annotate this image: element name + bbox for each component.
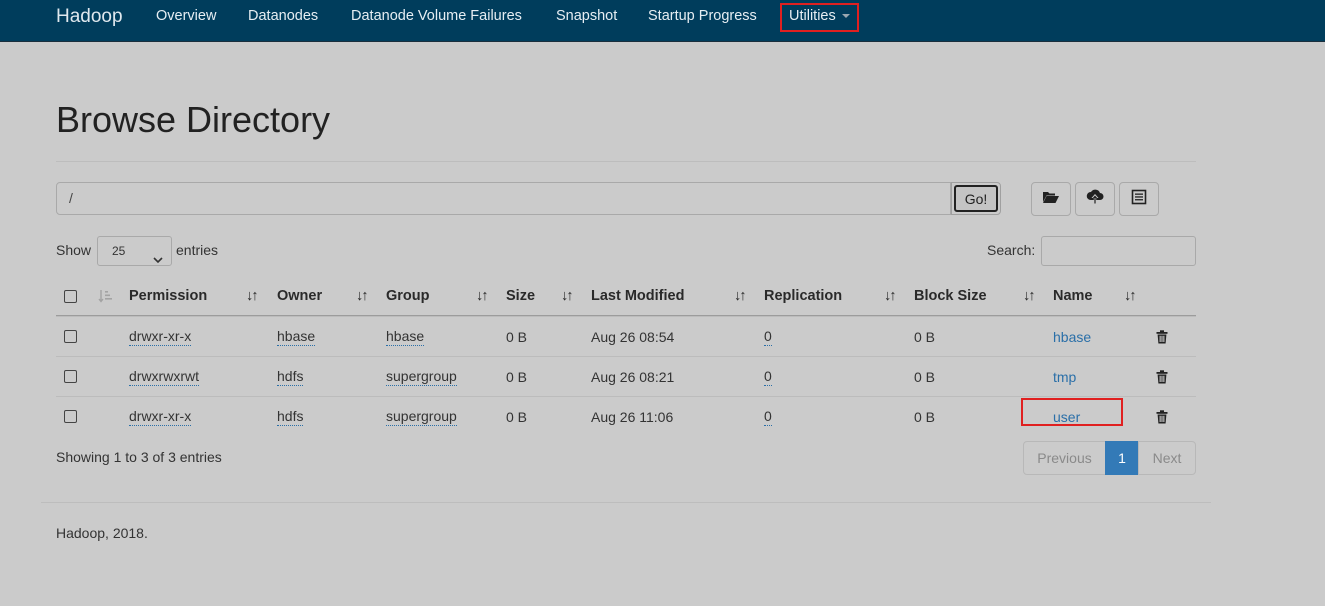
table-info: Showing 1 to 3 of 3 entries bbox=[56, 449, 222, 465]
name-link[interactable]: hbase bbox=[1053, 317, 1091, 356]
header-last-modified[interactable]: Last Modified bbox=[591, 277, 684, 315]
replication-cell[interactable]: 0 bbox=[764, 328, 772, 346]
select-all-checkbox[interactable] bbox=[64, 277, 77, 315]
size-cell: 0 B bbox=[506, 368, 528, 385]
replication-cell[interactable]: 0 bbox=[764, 368, 772, 386]
owner-cell[interactable]: hbase bbox=[277, 328, 316, 346]
replication-cell[interactable]: 0 bbox=[764, 408, 772, 426]
sort-both-icon[interactable]: ↓↑ bbox=[476, 277, 488, 315]
pagination-previous[interactable]: Previous bbox=[1023, 441, 1106, 475]
sort-both-icon[interactable]: ↓↑ bbox=[246, 277, 258, 315]
title-divider bbox=[56, 161, 1196, 162]
nav-startup-progress[interactable]: Startup Progress bbox=[648, 8, 757, 24]
directory-path-input[interactable]: / bbox=[56, 182, 951, 215]
upload-files-button[interactable] bbox=[1075, 182, 1115, 216]
block-size-cell: 0 B bbox=[914, 368, 936, 385]
header-group[interactable]: Group bbox=[386, 277, 430, 315]
group-cell[interactable]: supergroup bbox=[386, 368, 457, 386]
nav-overview[interactable]: Overview bbox=[156, 8, 216, 24]
page-title: Browse Directory bbox=[56, 99, 331, 140]
block-size-cell: 0 B bbox=[914, 328, 936, 345]
search-input[interactable] bbox=[1041, 236, 1196, 266]
create-directory-button[interactable] bbox=[1031, 182, 1071, 216]
permission-cell[interactable]: drwxr-xr-x bbox=[129, 408, 192, 426]
header-name[interactable]: Name bbox=[1053, 277, 1093, 315]
sort-both-icon[interactable]: ↓↑ bbox=[734, 277, 746, 315]
show-label: Show bbox=[56, 242, 92, 258]
table-row: drwxr-xr-x hbase hbase 0 B Aug 26 08:54 … bbox=[56, 316, 1196, 356]
table-row: drwxrwxrwt hdfs supergroup 0 B Aug 26 08… bbox=[56, 356, 1196, 396]
entries-label: entries bbox=[176, 242, 219, 258]
block-size-cell: 0 B bbox=[914, 408, 936, 425]
name-link[interactable]: tmp bbox=[1053, 357, 1076, 396]
table-header-row: Permission ↓↑ Owner ↓↑ Group ↓↑ Size ↓↑ … bbox=[56, 277, 1196, 316]
sort-both-icon[interactable]: ↓↑ bbox=[1023, 277, 1035, 315]
nav-snapshot[interactable]: Snapshot bbox=[556, 8, 617, 24]
delete-trash-icon[interactable] bbox=[1156, 357, 1168, 396]
group-cell[interactable]: supergroup bbox=[386, 408, 457, 426]
pagination-next[interactable]: Next bbox=[1138, 441, 1196, 475]
footer-divider bbox=[41, 502, 1211, 503]
footer-text: Hadoop, 2018. bbox=[56, 525, 148, 541]
row-checkbox[interactable] bbox=[64, 397, 77, 436]
brand-logo[interactable]: Hadoop bbox=[56, 6, 123, 28]
modified-cell: Aug 26 08:21 bbox=[591, 368, 675, 385]
sort-both-icon[interactable]: ↓↑ bbox=[884, 277, 896, 315]
modified-cell: Aug 26 08:54 bbox=[591, 328, 675, 345]
chevron-down-icon bbox=[153, 246, 163, 274]
top-navbar: Hadoop Overview Datanodes Datanode Volum… bbox=[0, 0, 1325, 42]
owner-cell[interactable]: hdfs bbox=[277, 368, 304, 386]
cut-paste-button[interactable] bbox=[1119, 182, 1159, 216]
entries-per-page-select[interactable]: 25 bbox=[97, 236, 172, 266]
nav-datanodes[interactable]: Datanodes bbox=[248, 8, 318, 24]
delete-trash-icon[interactable] bbox=[1156, 397, 1168, 436]
header-block-size[interactable]: Block Size bbox=[914, 277, 987, 315]
go-button[interactable]: Go! bbox=[951, 182, 1001, 215]
utilities-highlight-box bbox=[780, 3, 859, 32]
entries-selected-value: 25 bbox=[112, 244, 126, 258]
size-cell: 0 B bbox=[506, 408, 528, 425]
header-size[interactable]: Size bbox=[506, 277, 535, 315]
search-label: Search: bbox=[987, 242, 1036, 258]
sort-both-icon[interactable]: ↓↑ bbox=[1124, 277, 1136, 315]
user-highlight-box bbox=[1021, 398, 1123, 426]
folder-open-icon bbox=[1042, 190, 1060, 209]
sort-both-icon[interactable]: ↓↑ bbox=[561, 277, 573, 315]
delete-trash-icon[interactable] bbox=[1156, 317, 1168, 356]
permission-cell[interactable]: drwxrwxrwt bbox=[129, 368, 199, 386]
sort-both-icon[interactable]: ↓↑ bbox=[356, 277, 368, 315]
group-cell[interactable]: hbase bbox=[386, 328, 425, 346]
cloud-upload-icon bbox=[1086, 189, 1104, 210]
owner-cell[interactable]: hdfs bbox=[277, 408, 304, 426]
permission-cell[interactable]: drwxr-xr-x bbox=[129, 328, 192, 346]
row-checkbox[interactable] bbox=[64, 357, 77, 396]
header-replication[interactable]: Replication bbox=[764, 277, 842, 315]
header-owner[interactable]: Owner bbox=[277, 277, 322, 315]
sort-asc-icon[interactable] bbox=[98, 277, 114, 315]
header-permission[interactable]: Permission bbox=[129, 277, 207, 315]
nav-datanode-volume-failures[interactable]: Datanode Volume Failures bbox=[351, 8, 522, 24]
go-button-label: Go! bbox=[954, 185, 998, 212]
modified-cell: Aug 26 11:06 bbox=[591, 408, 674, 425]
pagination-page-1[interactable]: 1 bbox=[1105, 441, 1139, 475]
row-checkbox[interactable] bbox=[64, 317, 77, 356]
size-cell: 0 B bbox=[506, 328, 528, 345]
list-alt-icon bbox=[1131, 189, 1147, 210]
